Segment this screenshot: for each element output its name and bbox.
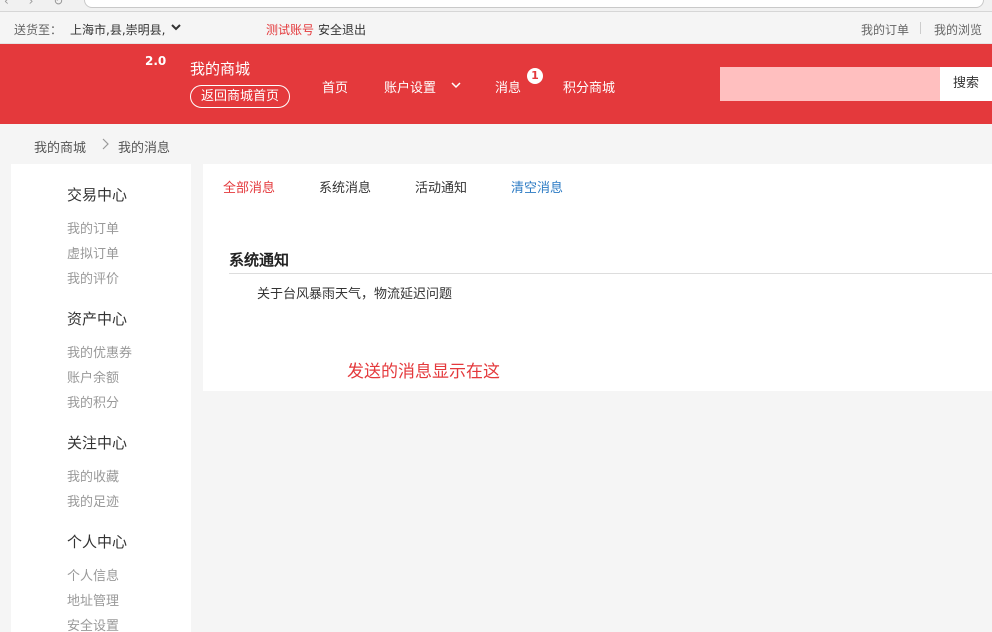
sidebar-item-coupons[interactable]: 我的优惠券 (67, 342, 132, 361)
account-name-link[interactable]: 测试账号 (266, 21, 314, 38)
browser-url-bar[interactable] (84, 0, 984, 8)
breadcrumb-item: 我的消息 (118, 141, 171, 156)
chevron-right-icon (102, 138, 109, 150)
message-item[interactable]: 关于台风暴雨天气，物流延迟问题 (257, 283, 452, 302)
sidebar-item-security[interactable]: 安全设置 (67, 615, 119, 632)
nav-points-mall[interactable]: 积分商城 (563, 77, 615, 96)
sidebar-item-points[interactable]: 我的积分 (67, 392, 119, 411)
chevron-down-icon[interactable] (170, 21, 182, 33)
search-button[interactable]: 搜索 (940, 67, 992, 101)
sidebar-item-footprints[interactable]: 我的足迹 (67, 491, 119, 510)
tab-all-messages[interactable]: 全部消息 (223, 177, 275, 196)
top-utility-bar: 送货至： 上海市,县,崇明县, 测试账号 安全退出 我的订单 我的浏览 (0, 12, 992, 44)
message-hint-text: 发送的消息显示在这 (347, 362, 500, 382)
sidebar: 交易中心 我的订单 虚拟订单 我的评价 资产中心 我的优惠券 账户余额 我的积分… (11, 164, 191, 632)
sidebar-group-title: 个人中心 (67, 533, 128, 551)
section-title: 系统通知 (229, 251, 290, 269)
nav-home[interactable]: 首页 (322, 77, 348, 96)
location-select[interactable]: 上海市,县,崇明县, (70, 21, 165, 38)
sidebar-item-my-reviews[interactable]: 我的评价 (67, 268, 119, 287)
sidebar-item-balance[interactable]: 账户余额 (67, 367, 119, 386)
divider (229, 273, 992, 274)
logout-link[interactable]: 安全退出 (318, 21, 366, 38)
clear-messages-button[interactable]: 清空消息 (511, 177, 563, 196)
message-count-badge: 1 (527, 68, 543, 84)
browser-nav-icons: ‹ › ↻ (4, 0, 72, 8)
my-orders-link[interactable]: 我的订单 (861, 21, 909, 38)
search-input[interactable] (720, 67, 940, 101)
version-label: 2.0 (145, 54, 167, 68)
sidebar-group-title: 关注中心 (67, 434, 128, 452)
tab-activity-notices[interactable]: 活动通知 (415, 177, 467, 196)
tab-system-messages[interactable]: 系统消息 (319, 177, 371, 196)
my-browse-link[interactable]: 我的浏览 (934, 21, 982, 38)
sidebar-item-profile[interactable]: 个人信息 (67, 565, 119, 584)
sidebar-item-my-orders[interactable]: 我的订单 (67, 218, 119, 237)
browser-toolbar: ‹ › ↻ (0, 0, 992, 12)
brand-title: 我的商城 (190, 60, 251, 78)
sidebar-item-addresses[interactable]: 地址管理 (67, 590, 119, 609)
nav-messages[interactable]: 消息 (495, 77, 521, 96)
sidebar-item-favorites[interactable]: 我的收藏 (67, 466, 119, 485)
sidebar-item-virtual-orders[interactable]: 虚拟订单 (67, 243, 119, 262)
divider (920, 22, 921, 34)
location-label: 送货至： (14, 23, 63, 37)
sidebar-group-title: 资产中心 (67, 310, 128, 328)
message-panel: 全部消息 系统消息 活动通知 清空消息 系统通知 关于台风暴雨天气，物流延迟问题… (203, 164, 992, 391)
breadcrumb: 我的商城 我的消息 (0, 124, 992, 164)
nav-account-settings[interactable]: 账户设置 (384, 77, 436, 96)
sidebar-group-title: 交易中心 (67, 186, 128, 204)
back-to-mall-button[interactable]: 返回商城首页 (190, 85, 290, 108)
chevron-down-icon[interactable] (451, 80, 461, 90)
main-header: 2.0 我的商城 返回商城首页 首页 账户设置 消息 1 积分商城 搜索 (0, 44, 992, 124)
breadcrumb-item[interactable]: 我的商城 (34, 137, 86, 156)
